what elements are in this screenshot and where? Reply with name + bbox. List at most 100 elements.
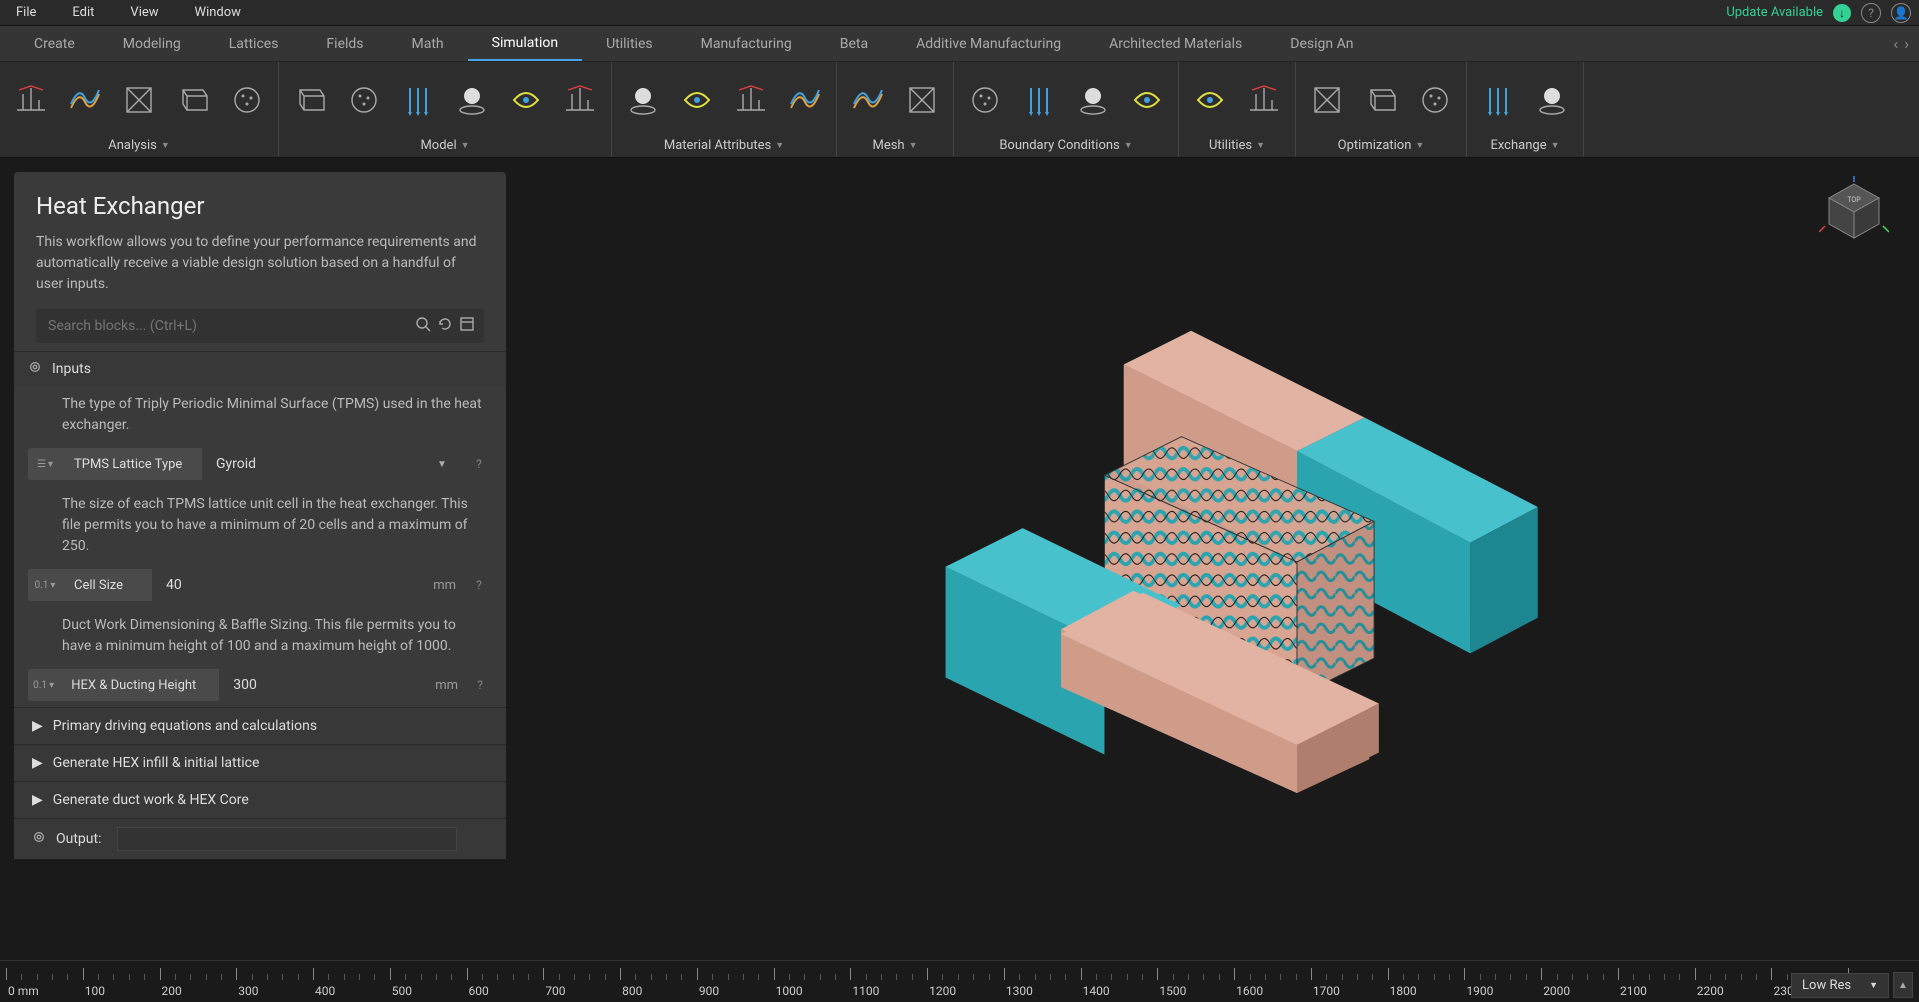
ribbon-tool-icon[interactable] xyxy=(226,79,268,121)
unit-label: mm xyxy=(425,669,468,701)
ruler-tick-label: 1600 xyxy=(1236,984,1263,998)
collapsed-section[interactable]: ▶Generate duct work & HEX Core xyxy=(14,781,506,818)
cellsize-input[interactable] xyxy=(152,569,423,601)
tab-modeling[interactable]: Modeling xyxy=(99,26,205,61)
ribbon-tool-icon[interactable] xyxy=(505,79,547,121)
ribbon-tool-icon[interactable] xyxy=(1531,79,1573,121)
ribbon-tool-icon[interactable] xyxy=(622,79,664,121)
ribbon-tool-icon[interactable] xyxy=(1126,79,1168,121)
ruler-tick-label: 1800 xyxy=(1390,984,1417,998)
ribbon-tool-icon[interactable] xyxy=(559,79,601,121)
list-handle-icon[interactable]: ☰ ▾ xyxy=(28,448,62,480)
inputs-section-header[interactable]: Inputs xyxy=(14,351,506,386)
ribbon-tool-icon[interactable] xyxy=(730,79,772,121)
ribbon-tool-icon[interactable] xyxy=(847,79,889,121)
ribbon-group-label[interactable]: Optimization▼ xyxy=(1306,134,1456,157)
resolution-select[interactable]: Low Res▼ xyxy=(1791,973,1889,998)
layout-icon[interactable] xyxy=(456,316,478,336)
collapsed-section[interactable]: ▶Generate HEX infill & initial lattice xyxy=(14,744,506,781)
tab-architected-materials[interactable]: Architected Materials xyxy=(1085,26,1266,61)
category-tabstrip: CreateModelingLatticesFieldsMathSimulati… xyxy=(0,26,1919,62)
help-icon[interactable]: ? xyxy=(468,669,492,701)
tab-additive-manufacturing[interactable]: Additive Manufacturing xyxy=(892,26,1085,61)
ruler-tick-label: 1300 xyxy=(1006,984,1033,998)
ribbon-tool-icon[interactable] xyxy=(1072,79,1114,121)
ribbon-group-label[interactable]: Model▼ xyxy=(289,134,601,157)
menu-file[interactable]: File xyxy=(8,5,44,20)
ribbon-group-label[interactable]: Boundary Conditions▼ xyxy=(964,134,1168,157)
help-icon[interactable]: ? xyxy=(1861,3,1881,23)
tpms-dropdown[interactable]: Gyroid▼ xyxy=(202,448,466,480)
ribbon-tool-icon[interactable] xyxy=(397,79,439,121)
height-input[interactable] xyxy=(219,669,425,701)
ribbon-tool-icon[interactable] xyxy=(343,79,385,121)
height-description: Duct Work Dimensioning & Baffle Sizing. … xyxy=(14,607,506,669)
help-icon[interactable]: ? xyxy=(466,448,492,480)
tab-manufacturing[interactable]: Manufacturing xyxy=(677,26,816,61)
update-download-icon[interactable]: ↓ xyxy=(1833,4,1851,22)
ribbon-tool-icon[interactable] xyxy=(1360,79,1402,121)
ribbon-group-label[interactable]: Material Attributes▼ xyxy=(622,134,826,157)
ruler: 0 mm100200300400500600700800900100011001… xyxy=(0,960,1919,1002)
section-label: Inputs xyxy=(52,361,91,377)
ribbon-tool-icon[interactable] xyxy=(1414,79,1456,121)
ribbon-tool-icon[interactable] xyxy=(784,79,826,121)
ribbon-tool-icon[interactable] xyxy=(1477,79,1519,121)
ruler-tick-label: 600 xyxy=(469,984,489,998)
search-input[interactable] xyxy=(42,312,412,340)
tab-design-an[interactable]: Design An xyxy=(1266,26,1377,61)
ribbon-tool-icon[interactable] xyxy=(1189,79,1231,121)
tab-simulation[interactable]: Simulation xyxy=(468,26,582,61)
collapse-ruler-button[interactable]: ▲ xyxy=(1893,972,1913,998)
ruler-tick-label: 1900 xyxy=(1466,984,1493,998)
ruler-tick-label: 2200 xyxy=(1697,984,1724,998)
ribbon-tool-icon[interactable] xyxy=(901,79,943,121)
ribbon-tool-icon[interactable] xyxy=(1306,79,1348,121)
menu-edit[interactable]: Edit xyxy=(64,5,102,20)
numeric-handle-icon[interactable]: 0.1 ▾ xyxy=(28,669,59,701)
ribbon-tool-icon[interactable] xyxy=(1243,79,1285,121)
update-available-label[interactable]: Update Available xyxy=(1726,5,1823,20)
workflow-sidebar: Heat Exchanger This workflow allows you … xyxy=(0,158,520,960)
3d-viewport[interactable]: TOP xyxy=(520,158,1919,960)
ribbon-tool-icon[interactable] xyxy=(118,79,160,121)
ribbon-tool-icon[interactable] xyxy=(64,79,106,121)
ribbon-tool-icon[interactable] xyxy=(451,79,493,121)
tab-create[interactable]: Create xyxy=(10,26,99,61)
help-icon[interactable]: ? xyxy=(466,569,492,601)
ruler-tick-label: 200 xyxy=(162,984,182,998)
ribbon-tool-icon[interactable] xyxy=(964,79,1006,121)
menubar: FileEditViewWindow Update Available ↓ ? … xyxy=(0,0,1919,26)
menu-window[interactable]: Window xyxy=(187,5,249,20)
svg-text:TOP: TOP xyxy=(1847,196,1861,204)
tab-utilities[interactable]: Utilities xyxy=(582,26,677,61)
tab-math[interactable]: Math xyxy=(388,26,468,61)
ruler-tick-label: 100 xyxy=(85,984,105,998)
numeric-handle-icon[interactable]: 0.1 ▾ xyxy=(28,569,62,601)
tab-fields[interactable]: Fields xyxy=(302,26,387,61)
tab-lattices[interactable]: Lattices xyxy=(205,26,303,61)
ribbon-group-label[interactable]: Analysis▼ xyxy=(10,134,268,157)
output-field[interactable] xyxy=(117,827,457,851)
tab-scroll-left[interactable]: ‹ xyxy=(1891,34,1900,53)
ribbon-group-label[interactable]: Mesh▼ xyxy=(847,134,943,157)
ribbon-group-label[interactable]: Utilities▼ xyxy=(1189,134,1285,157)
ruler-tick-label: 1400 xyxy=(1083,984,1110,998)
ruler-tick-label: 400 xyxy=(315,984,335,998)
ribbon-tool-icon[interactable] xyxy=(289,79,331,121)
ribbon-group-label[interactable]: Exchange▼ xyxy=(1477,134,1573,157)
menu-view[interactable]: View xyxy=(122,5,166,20)
ribbon-tool-icon[interactable] xyxy=(676,79,718,121)
tab-scroll-right[interactable]: › xyxy=(1902,34,1911,53)
search-icon[interactable] xyxy=(412,316,434,336)
ribbon-tool-icon[interactable] xyxy=(172,79,214,121)
refresh-icon[interactable] xyxy=(434,316,456,336)
ribbon-toolbar: Analysis▼ Model▼ Material Attributes▼ Mesh▼… xyxy=(0,62,1919,158)
view-cube[interactable]: TOP xyxy=(1819,176,1889,246)
collapsed-section[interactable]: ▶Primary driving equations and calculati… xyxy=(14,707,506,744)
ribbon-tool-icon[interactable] xyxy=(10,79,52,121)
ruler-tick-label: 1500 xyxy=(1159,984,1186,998)
tab-beta[interactable]: Beta xyxy=(816,26,892,61)
ribbon-tool-icon[interactable] xyxy=(1018,79,1060,121)
user-icon[interactable]: 👤 xyxy=(1891,3,1911,23)
